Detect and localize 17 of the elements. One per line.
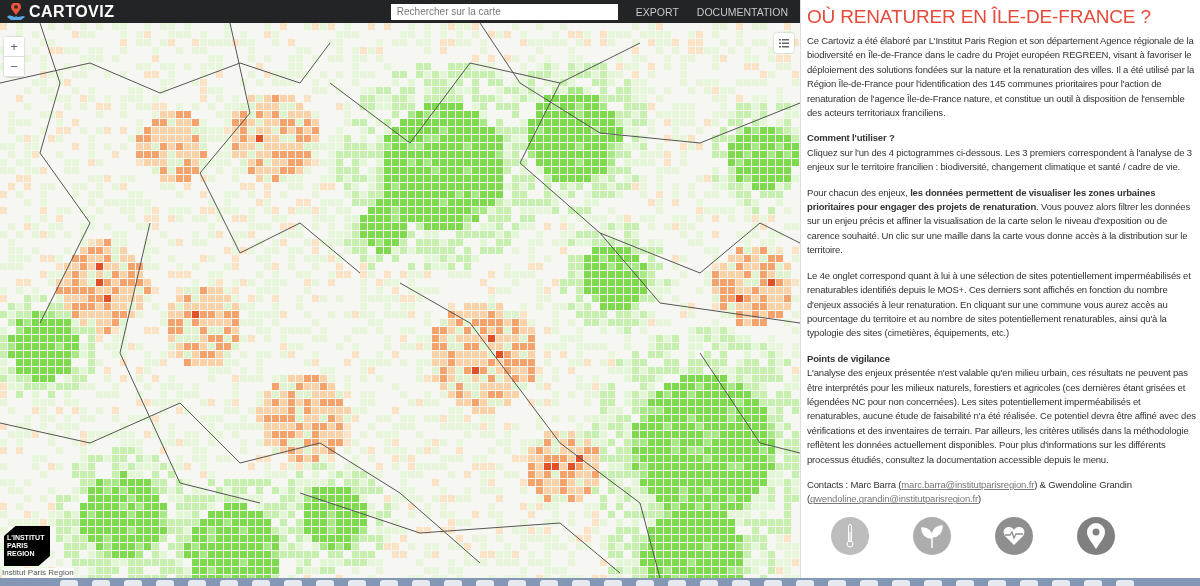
- search-field[interactable]: Rechercher sur la carte: [390, 3, 618, 20]
- paragraph: Cliquez sur l'un des 4 pictogrammes ci-dessous. Les 3 premiers correspondent à l'analyse de 3 enjeux sur le territoire francilien : biodiversité, changement climatique et santé / cadre de vie.: [807, 145, 1193, 175]
- paragraph: Le 4e onglet correspond quant à lui à une sélection de sites potentiellement imperméabilisés et renaturables identifiés depuis le MOS+. Ces derniers sont affichés en fonction du nombre d'enjeux associés à leur renaturation. En cliquant sur une commune vous aurez accès au pourcentage du territoire et au nombre de sites potentiellement renaturables, ainsi qu'à la typologie des sites (cimetières, équipements, etc.): [807, 268, 1192, 341]
- menu-link[interactable]: DOCUMENTATION: [690, 5, 794, 18]
- paragraph: L'analyse des enjeux présentée n'est valable qu'en milieu urbain, ces résultats ne peuvent pas être interprétés pour les milieux naturels, forestiers et agricoles (ces dernières étant grisées et légendées NC pour non concernées). Les sites potentiellement imperméabilisés et renaturables, aucune étude de faisabilité n'a été réalisée. Ce potentiel devra être affiné avec des vérifications et des inventaires de terrain. Par ailleurs, les critères utilisés dans la méthodologie reflètent les données actuellement disponibles. Pour plus d'informations sur les différents processus étudiés, consultez la documentation accessible depuis le menu.: [807, 366, 1196, 467]
- zoom-in-button[interactable]: +: [4, 37, 24, 57]
- section-heading: Points de vigilance: [807, 351, 891, 366]
- contacts-text: Contacts : Marc Barra (marc.barra@institutparisregion.fr) & Gwendoline Grandin (gwendoline.grandin@institutparisregion.fr): [807, 477, 1133, 507]
- map-attribution: Institut Paris Region: [2, 568, 74, 578]
- paragraph: Ce Cartoviz a été élaboré par L'Institut Paris Region et son département Agence régionale de la biodiversité en Île-de-France dans le cadre du Projet européen REGREEN, visant à favoriser le déploiement des solutions fondées sur la nature et la renaturation des villes. Il a été utilisé par la Région Île-de-France pour l'identification des 145 communes prioritaires pour l'action de renaturation de l'agence Île-de-France nature, et constitue un outil à disposition de l'ensemble des acteurs territoriaux franciliens.: [807, 34, 1196, 121]
- zoom-out-button[interactable]: −: [4, 57, 24, 77]
- app-logo: CARTOVIZ: [29, 2, 115, 21]
- paragraph: Pour chacun des enjeux, les données permettent de visualiser les zones urbaines prioritaires pour engager des projets de renaturation. Vous pouvez alors filtrer les données sur un enjeu précis et affiner la visualisation de la carte selon le niveau d'exposition ou de carence souhaité. Un clic sur une maille dans la carte vous donne accès à la distribution sur le territoire.: [807, 185, 1191, 258]
- panel-title: OÙ RENATURER EN ÎLE-DE-FRANCE ?: [807, 6, 1152, 28]
- menu-link[interactable]: EXPORT: [629, 5, 685, 18]
- section-heading: Comment l'utiliser ?: [807, 131, 896, 146]
- email-link[interactable]: gwendoline.grandin@institutparisregion.fr: [810, 493, 978, 505]
